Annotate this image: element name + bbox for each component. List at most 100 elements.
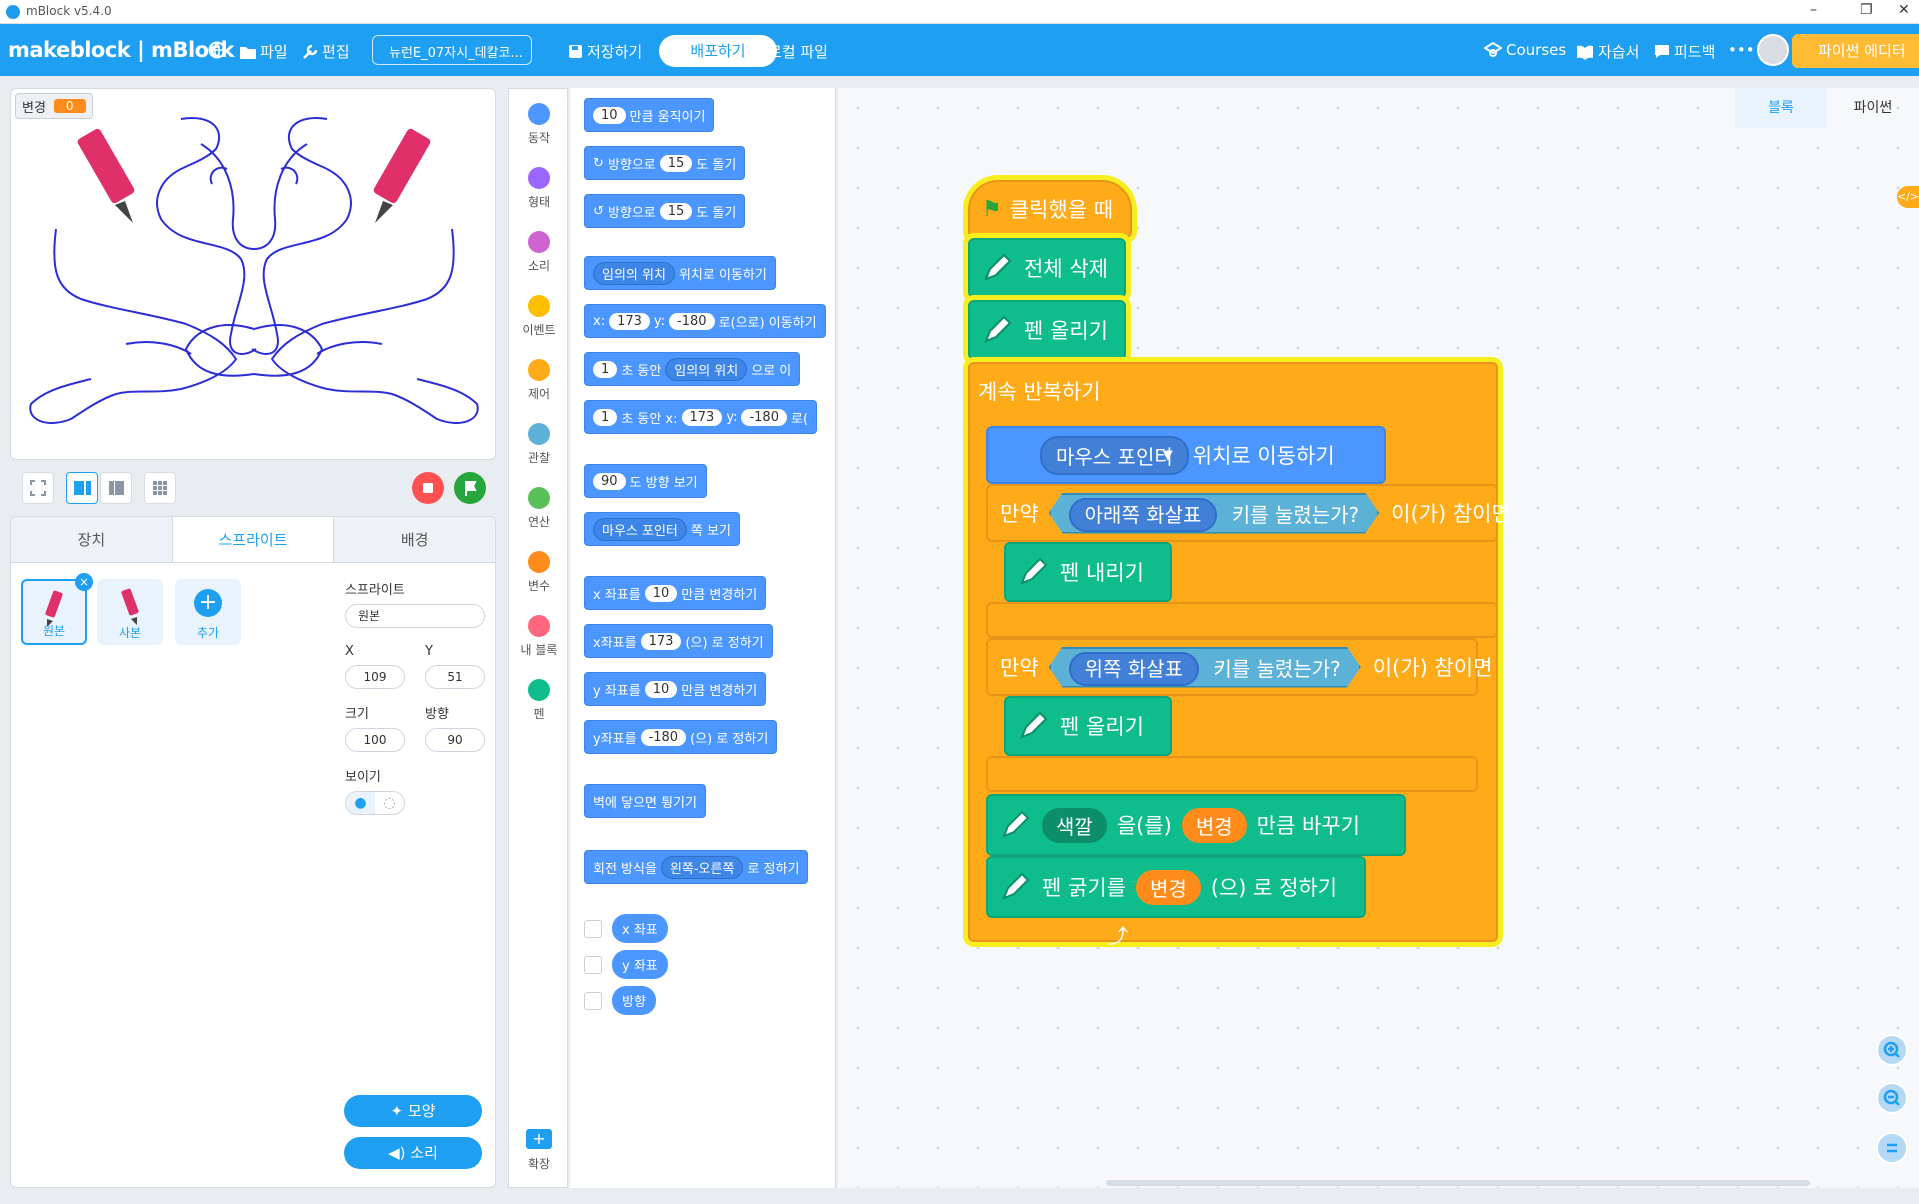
change-x-input[interactable]: 10 [644,584,678,602]
edit-menu[interactable]: 편집 [302,41,350,62]
block-rotation-style[interactable]: 회전 방식을 왼쪽-오른쪽 로 정하기 [584,850,809,884]
glide-secs-input[interactable]: 1 [593,360,618,378]
block-move[interactable]: 10 만큼 움직이기 [584,98,715,132]
costume-button[interactable]: ✦ 모양 [344,1095,482,1127]
block-glide-xy[interactable]: 1초 동안 x: 173 y: -180 로( [584,400,818,434]
courses-link[interactable]: Courses [1484,41,1566,59]
move-steps-input[interactable]: 10 [593,106,626,124]
block-turn-left[interactable]: ↺ 방향으로 15 도 돌기 [584,194,746,228]
category-operators[interactable]: 연산 [509,487,569,530]
key-pressed-condition[interactable]: 위쪽 화살표 키를 눌렸는가? [1049,647,1361,688]
goto-target-dropdown[interactable]: 임의의 위치 [593,261,675,285]
block-turn-right[interactable]: ↻ 방향으로 15 도 돌기 [584,146,746,180]
hat-when-flag-clicked[interactable]: ⚑ 클릭했을 때 [968,180,1132,238]
block-goto[interactable]: 임의의 위치 위치로 이동하기 [584,256,776,290]
category-events[interactable]: 이벤트 [509,295,569,338]
zoom-reset-button[interactable] [1876,1132,1908,1164]
block-goto-mouse[interactable]: 마우스 포인터 ▼ 위치로 이동하기 [986,426,1386,484]
user-avatar[interactable] [1757,34,1789,66]
goto-y-input[interactable]: -180 [669,312,715,330]
x-position-checkbox[interactable] [584,920,602,938]
category-control[interactable]: 제어 [509,359,569,402]
restore-button[interactable]: ❐ [1860,2,1873,18]
sprite-card-copy[interactable]: 사본 [97,579,163,645]
category-sensing[interactable]: 관찰 [509,423,569,466]
block-change-x[interactable]: x 좌표를 10 만큼 변경하기 [584,576,767,610]
block-pen-up[interactable]: 펜 올리기 [968,300,1126,360]
x-input[interactable]: 109 [345,665,405,689]
change-y-input[interactable]: 10 [644,680,678,698]
block-point-towards[interactable]: 마우스 포인터 쪽 보기 [584,512,740,546]
turn-degrees-input[interactable]: 15 [659,202,693,220]
block-change-y[interactable]: y 좌표를 10 만큼 변경하기 [584,672,767,706]
sprite-name-input[interactable]: 원본 [345,604,485,628]
block-if-down-arrow[interactable]: 만약 아래쪽 화살표 키를 눌렸는가? 이(가) 참이면 [986,484,1511,542]
share-button[interactable]: 배포하기 [659,35,777,67]
eye-hidden-icon[interactable]: ◌ [375,792,404,814]
block-point-direction[interactable]: 90 도 방향 보기 [584,464,707,498]
towards-dropdown[interactable]: 마우스 포인터 [593,517,687,541]
green-flag-button[interactable] [454,472,486,504]
large-stage-button[interactable] [100,472,132,504]
python-editor-button[interactable]: 파이썬 에디터 [1792,34,1919,68]
stop-button[interactable] [412,472,444,504]
horizontal-scrollbar[interactable] [1106,1180,1810,1186]
script-workspace[interactable]: 블록 파이썬 </> ⚑ 클릭했을 때 전체 삭제 펜 올리기 계속 반복하기 … [838,88,1919,1188]
block-if-up-arrow[interactable]: 만약 위쪽 화살표 키를 눌렸는가? 이(가) 참이면 [986,638,1492,696]
tab-devices[interactable]: 장치 [11,517,172,562]
category-sound[interactable]: 소리 [509,231,569,274]
project-name-input[interactable]: 뉴런E_07자시_데칼코... [372,35,532,65]
local-file-button[interactable]: 로컬 파일 [768,41,828,62]
key-dropdown[interactable]: 위쪽 화살표 [1069,652,1199,686]
sound-button[interactable]: ◀) 소리 [344,1137,482,1169]
variable-reporter[interactable]: 변경 [1181,807,1247,843]
glide-secs-input[interactable]: 1 [593,408,618,426]
reporter-x-position[interactable]: x 좌표 [612,914,668,943]
category-my-blocks[interactable]: 내 블록 [509,615,569,658]
zoom-in-button[interactable] [1876,1034,1908,1066]
eye-icon[interactable]: ● [346,792,375,814]
feedback-link[interactable]: 피드백 [1654,41,1715,62]
block-pen-down[interactable]: 펜 내리기 [1004,542,1172,602]
delete-sprite-icon[interactable]: × [75,573,93,591]
stage[interactable]: 변경 0 [10,88,496,460]
save-button[interactable]: 저장하기 [568,41,642,62]
block-set-y[interactable]: y좌표를 -180 (으) 로 정하기 [584,720,778,754]
block-pen-up-2[interactable]: 펜 올리기 [1004,696,1172,756]
close-button[interactable]: ✕ [1898,2,1910,18]
block-set-pen-size[interactable]: 펜 굵기를 변경 (으) 로 정하기 [986,856,1366,918]
reporter-y-position[interactable]: y 좌표 [612,950,668,979]
rotation-style-dropdown[interactable]: 왼쪽-오른쪽 [660,855,744,879]
block-set-x[interactable]: x좌표를 173 (으) 로 정하기 [584,624,773,658]
category-looks[interactable]: 형태 [509,167,569,210]
code-toggle-icon[interactable]: </> [1897,186,1919,208]
key-pressed-condition[interactable]: 아래쪽 화살표 키를 눌렸는가? [1049,493,1380,534]
add-sprite-button[interactable]: + 추가 [175,579,241,645]
glide-y-input[interactable]: -180 [741,408,787,426]
block-pen-clear[interactable]: 전체 삭제 [968,238,1126,298]
zoom-out-button[interactable] [1876,1082,1908,1114]
direction-input[interactable]: 90 [593,472,626,490]
pen-param-dropdown[interactable]: 색깔 [1042,807,1107,843]
turn-degrees-input[interactable]: 15 [659,154,693,172]
glide-target-dropdown[interactable]: 임의의 위치 [665,357,748,381]
key-dropdown[interactable]: 아래쪽 화살표 [1069,498,1218,532]
category-variables[interactable]: 변수 [509,551,569,594]
y-position-checkbox[interactable] [584,956,602,974]
more-menu[interactable]: ••• [1728,41,1755,59]
small-stage-button[interactable] [66,472,98,504]
goto-x-input[interactable]: 173 [609,312,650,330]
fullscreen-button[interactable] [22,472,54,504]
block-change-pen-color[interactable]: 색깔 을(를) 변경 만큼 바꾸기 [986,794,1406,856]
tutorials-link[interactable]: 자습서 [1576,41,1639,62]
size-input[interactable]: 100 [345,728,405,752]
tab-python[interactable]: 파이썬 [1827,88,1919,128]
tab-sprites[interactable]: 스프라이트 [171,517,335,562]
minimize-button[interactable]: – [1810,2,1817,18]
block-glide[interactable]: 1초 동안 임의의 위치 으로 이 [584,352,801,386]
tab-blocks[interactable]: 블록 [1735,88,1827,128]
category-pen[interactable]: 펜 [509,679,569,722]
block-bounce[interactable]: 벽에 닿으면 튕기기 [584,784,706,818]
y-input[interactable]: 51 [425,665,485,689]
grid-view-button[interactable] [144,472,176,504]
